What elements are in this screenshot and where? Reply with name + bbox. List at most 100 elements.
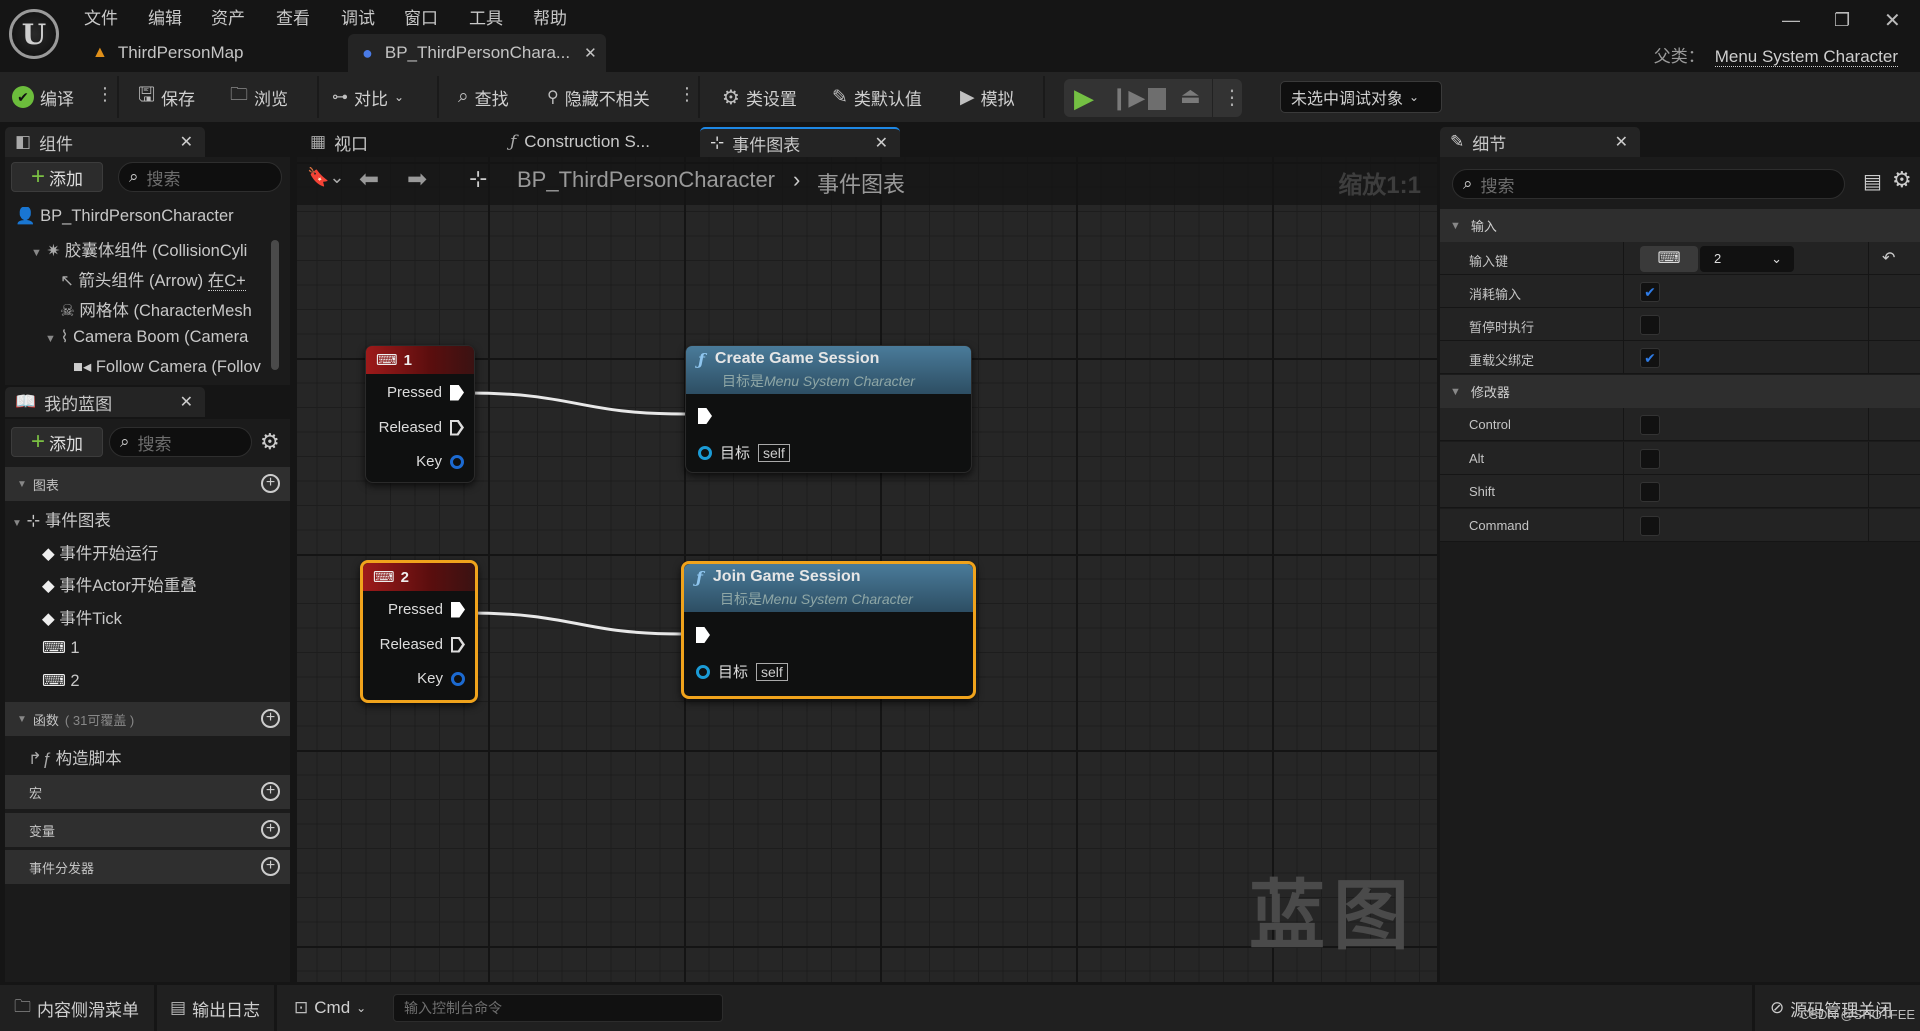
play-icon[interactable]: ▶ (1074, 83, 1094, 114)
class-defaults-button[interactable]: ✎ 类默认值 (832, 72, 922, 122)
content-drawer-button[interactable]: 🗀 内容侧滑菜单 (14, 985, 139, 1031)
property-matrix-icon[interactable]: ▤ (1863, 169, 1882, 194)
released-pin[interactable]: Released (379, 419, 464, 436)
diff-button[interactable]: ⊶ 对比 ⌄ (332, 72, 404, 122)
section-modifiers[interactable]: ▼ 修改器 (1440, 375, 1920, 408)
released-pin[interactable]: Released (380, 636, 465, 653)
join-game-session-node[interactable]: ƒ Join Game Session 目标是Menu System Charac… (681, 561, 976, 699)
compile-button[interactable]: ✔ 编译 (12, 72, 74, 122)
section-graphs[interactable]: ▼ 图表 + (5, 467, 290, 501)
component-item-capsule[interactable]: ▼ ✷ 胶囊体组件 (CollisionCyli (31, 237, 271, 261)
add-macro-icon[interactable]: + (261, 782, 280, 801)
exec-in-pin[interactable] (696, 627, 710, 643)
command-checkbox[interactable] (1640, 516, 1660, 536)
key-selector-button[interactable]: ⌨ (1640, 246, 1698, 272)
components-scrollbar[interactable] (271, 240, 279, 370)
eject-icon[interactable]: ⏏ (1180, 83, 1201, 109)
component-item-camera-boom[interactable]: ▼ ⌇ Camera Boom (Camera (45, 327, 271, 347)
component-item-arrow[interactable]: ↖ 箭头组件 (Arrow) 在C+ (60, 267, 271, 291)
section-variables[interactable]: 变量 + (5, 813, 290, 847)
pressed-pin[interactable]: Pressed (387, 384, 464, 401)
find-button[interactable]: ⌕ 查找 (458, 72, 509, 122)
pressed-pin[interactable]: Pressed (388, 601, 465, 618)
add-graph-icon[interactable]: + (261, 474, 280, 493)
close-icon[interactable]: ✕ (875, 133, 888, 153)
settings-gear-icon[interactable]: ⚙ (260, 429, 280, 455)
add-variable-icon[interactable]: + (261, 820, 280, 839)
menu-help[interactable]: 帮助 (533, 4, 567, 29)
menu-window[interactable]: 窗口 (404, 4, 438, 29)
construction-script-item[interactable]: ↱ƒ 构造脚本 (28, 745, 122, 769)
browse-button[interactable]: 🗀 浏览 (230, 72, 288, 122)
stop-icon[interactable] (1148, 88, 1166, 110)
details-tab[interactable]: ✎ 细节 ✕ (1440, 127, 1640, 157)
menu-view[interactable]: 查看 (276, 4, 310, 29)
alt-checkbox[interactable] (1640, 449, 1660, 469)
section-macros[interactable]: 宏 + (5, 775, 290, 809)
close-icon[interactable]: ✕ (180, 132, 193, 152)
event-item[interactable]: ◆ 事件Tick (42, 605, 122, 629)
close-icon[interactable]: ✕ (180, 392, 193, 412)
consume-input-checkbox[interactable]: ✔ (1640, 282, 1660, 302)
input-key-dropdown[interactable]: 2 ⌄ (1700, 246, 1794, 272)
execute-when-paused-checkbox[interactable] (1640, 315, 1660, 335)
compile-options-icon[interactable]: ⋮ (96, 84, 114, 105)
create-game-session-node[interactable]: ƒ Create Game Session 目标是Menu System Char… (685, 345, 972, 473)
minimize-icon[interactable]: — (1782, 10, 1800, 31)
tab-event-graph[interactable]: ⊹ 事件图表 ✕ (700, 127, 900, 157)
my-blueprint-tab[interactable]: 📖 我的蓝图 ✕ (5, 387, 205, 417)
event-graph-item[interactable]: ▼ ⊹ 事件图表 (12, 507, 111, 531)
input-key-node-2[interactable]: ⌨ 2 Pressed Released Key (360, 560, 478, 703)
override-parent-binding-checkbox[interactable]: ✔ (1640, 348, 1660, 368)
event-item[interactable]: ◆ 事件Actor开始重叠 (42, 572, 197, 596)
components-search-input[interactable]: ⌕ 搜索 (118, 162, 282, 192)
add-member-button[interactable]: + 添加 (11, 427, 103, 457)
components-tab[interactable]: ◧ 组件 ✕ (5, 127, 205, 157)
menu-tools[interactable]: 工具 (469, 4, 503, 29)
close-window-icon[interactable]: ✕ (1884, 8, 1901, 33)
output-log-button[interactable]: ▤ 输出日志 (170, 985, 260, 1031)
simulate-button[interactable]: ▶ 模拟 (960, 72, 1015, 122)
doc-tab-map[interactable]: ▲ ThirdPersonMap (78, 34, 328, 72)
debug-target-select[interactable]: 未选中调试对象 ⌄ (1280, 81, 1442, 113)
component-item-mesh[interactable]: ☠ 网格体 (CharacterMesh (60, 297, 271, 321)
input-key-node-1[interactable]: ⌨ 1 Pressed Released Key (365, 345, 475, 483)
reset-to-default-icon[interactable]: ↶ (1882, 248, 1895, 268)
key-pin[interactable]: Key (417, 670, 465, 687)
section-input[interactable]: ▼ 输入 (1440, 209, 1920, 242)
graph-canvas[interactable]: 🔖⌄ ⬅ ➡ ⊹ BP_ThirdPersonCharacter › 事件图表 … (297, 157, 1437, 982)
parent-class-link[interactable]: Menu System Character (1714, 47, 1898, 67)
target-pin[interactable]: 目标 self (696, 661, 788, 682)
blueprint-search-input[interactable]: ⌕ 搜索 (109, 427, 252, 457)
exec-in-pin[interactable] (698, 408, 712, 424)
add-function-icon[interactable]: + (261, 709, 280, 728)
event-item[interactable]: ⌨ 2 (42, 671, 80, 691)
component-item-follow-camera[interactable]: ■◂ Follow Camera (Follov (73, 357, 271, 377)
play-options-icon[interactable]: ⋮ (1222, 85, 1242, 110)
event-item[interactable]: ◆ 事件开始运行 (42, 540, 158, 564)
target-pin[interactable]: 目标 self (698, 442, 790, 463)
component-item-root[interactable]: 👤 BP_ThirdPersonCharacter (15, 207, 265, 226)
menu-debug[interactable]: 调试 (341, 4, 375, 29)
unreal-logo[interactable]: U (9, 9, 59, 59)
tab-viewport[interactable]: ▦ 视口 (300, 127, 480, 157)
doc-tab-blueprint[interactable]: ● BP_ThirdPersonChara... ✕ (348, 34, 606, 72)
class-settings-button[interactable]: ⚙ 类设置 (722, 72, 797, 122)
console-command-input[interactable]: 输入控制台命令 (393, 994, 723, 1022)
more-options-icon[interactable]: ⋮ (678, 84, 696, 105)
menu-asset[interactable]: 资产 (211, 4, 245, 29)
cmd-selector[interactable]: ⊡ Cmd ⌄ (294, 985, 366, 1031)
step-icon[interactable]: ❙▶ (1110, 85, 1145, 111)
menu-file[interactable]: 文件 (84, 4, 118, 29)
settings-gear-icon[interactable]: ⚙ (1892, 167, 1912, 193)
add-component-button[interactable]: + 添加 (11, 162, 103, 192)
add-dispatcher-icon[interactable]: + (261, 857, 280, 876)
close-icon[interactable]: ✕ (1615, 132, 1628, 152)
close-tab-icon[interactable]: ✕ (584, 44, 597, 62)
details-search-input[interactable]: ⌕ 搜索 (1452, 169, 1845, 199)
inherited-link[interactable]: 在C+ (207, 272, 246, 291)
hide-unrelated-button[interactable]: ⚲ 隐藏不相关 (547, 72, 650, 122)
tab-construction-script[interactable]: ƒ Construction S... (500, 127, 695, 157)
save-button[interactable]: 🖫 保存 (138, 72, 195, 122)
event-item[interactable]: ⌨ 1 (42, 638, 80, 658)
